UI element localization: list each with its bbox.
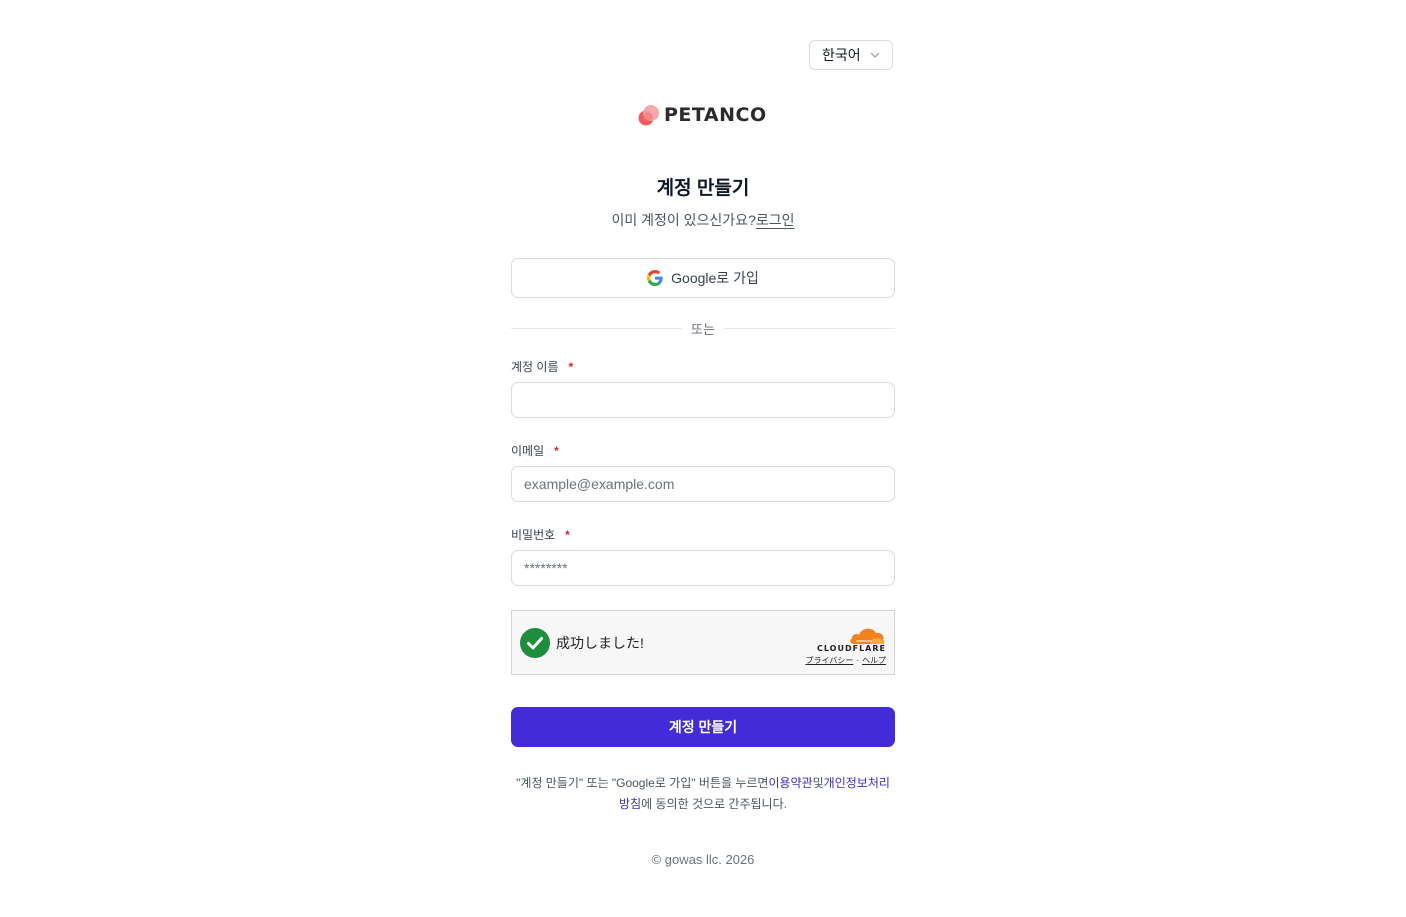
divider-line-right (723, 327, 896, 329)
brand-name: PETANCO (664, 104, 767, 126)
create-account-button[interactable]: 계정 만들기 (511, 707, 895, 747)
success-check-icon (520, 628, 550, 658)
chevron-down-icon (870, 52, 880, 58)
google-icon (647, 270, 663, 286)
divider-line-left (511, 327, 683, 329)
email-label-text: 이메일 (511, 444, 545, 458)
login-prompt: 이미 계정이 있으신가요?로그인 (511, 210, 895, 230)
username-input[interactable] (511, 382, 895, 418)
captcha-link-separator: · (856, 656, 859, 665)
required-mark: * (568, 360, 574, 374)
cloudflare-wordmark: CLOUDFLARE (817, 644, 886, 653)
terms-prefix: "계정 만들기" 또는 "Google로 가입" 버튼을 누르면 (516, 776, 769, 790)
cloudflare-turnstile-widget[interactable]: 成功しました! CLOUDFLARE プライバシー · ヘルプ (511, 610, 895, 675)
captcha-links: プライバシー · ヘルプ (805, 655, 886, 666)
terms-suffix: 에 동의한 것으로 간주됩니다. (641, 797, 787, 811)
email-label: 이메일 * (511, 442, 559, 459)
password-label: 비밀번호 * (511, 526, 570, 543)
divider-label: 또는 (691, 321, 715, 337)
google-signup-label: Google로 가입 (671, 270, 759, 286)
language-select-value: 한국어 (822, 47, 861, 63)
required-mark: * (565, 528, 570, 542)
captcha-privacy-link[interactable]: プライバシー (805, 656, 853, 665)
signup-page: 한국어 PETANCO 계정 만들기 이미 계정이 있으신가요?로그인 Goog… (0, 0, 1406, 917)
username-label-text: 계정 이름 (511, 360, 559, 374)
captcha-help-link[interactable]: ヘルプ (862, 656, 886, 665)
copyright-footer: © gowas llc. 2026 (651, 852, 755, 867)
brand-logo[interactable]: PETANCO (638, 102, 767, 128)
captcha-status-text: 成功しました! (556, 635, 644, 651)
login-prompt-text: 이미 계정이 있으신가요? (611, 212, 756, 228)
google-signup-button[interactable]: Google로 가입 (511, 258, 895, 298)
or-divider: 또는 (511, 318, 896, 338)
language-select[interactable]: 한국어 (809, 40, 893, 70)
terms-of-service-link[interactable]: 이용약관 (768, 776, 812, 790)
terms-conjunction: 및 (812, 776, 824, 790)
email-input[interactable] (511, 466, 895, 502)
petanco-logo-icon (638, 105, 659, 126)
username-label: 계정 이름 * (511, 358, 573, 375)
cloudflare-cloud-icon (850, 628, 885, 644)
password-label-text: 비밀번호 (511, 528, 556, 542)
login-link[interactable]: 로그인 (756, 212, 795, 228)
page-title: 계정 만들기 (656, 178, 750, 199)
terms-notice: "계정 만들기" 또는 "Google로 가입" 버튼을 누르면이용약관및개인정… (511, 773, 895, 815)
required-mark: * (554, 444, 559, 458)
password-input[interactable] (511, 550, 895, 586)
